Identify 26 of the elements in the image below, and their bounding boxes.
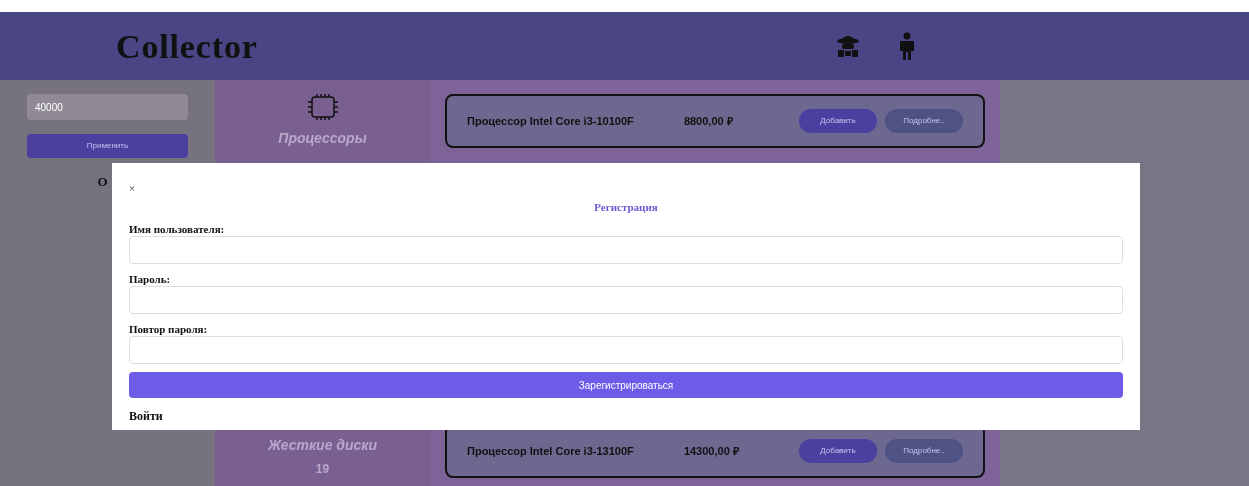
chip-icon [305, 92, 340, 122]
product-price: 8800,00 ₽ [683, 113, 734, 129]
login-link[interactable]: Войти [129, 409, 163, 423]
category-name[interactable]: Жесткие диски [268, 435, 377, 456]
price-field[interactable]: 40000 [27, 94, 188, 120]
input-field[interactable] [129, 335, 1123, 364]
input-field[interactable] [129, 235, 1123, 264]
field-label: Имя пользователя: [129, 221, 226, 236]
add-button[interactable]: Добавить [799, 109, 877, 133]
details-button[interactable]: Подробне.. [885, 439, 963, 463]
details-button[interactable]: Подробне.. [885, 109, 963, 133]
dialog-title: Регистрация [594, 200, 658, 215]
category-name[interactable]: Процессоры [278, 128, 367, 149]
close-button[interactable]: × [129, 183, 136, 194]
apply-button[interactable]: Применить [27, 134, 188, 158]
product-price: 14300,00 ₽ [683, 443, 740, 459]
person-icon[interactable] [897, 32, 916, 60]
register-button[interactable]: Зарегистрироваться [129, 372, 1123, 398]
field-label: Пароль: [129, 271, 172, 286]
filter-label: О [97, 173, 108, 191]
category-count: 19 [315, 461, 330, 478]
product-name[interactable]: Процессор Intel Core i3-10100F [467, 112, 684, 130]
input-field[interactable] [129, 285, 1123, 314]
field-label: Повтор пароля: [129, 321, 209, 336]
add-button[interactable]: Добавить [799, 439, 877, 463]
product-name[interactable]: Процессор Intel Core i3-13100F [467, 442, 684, 460]
